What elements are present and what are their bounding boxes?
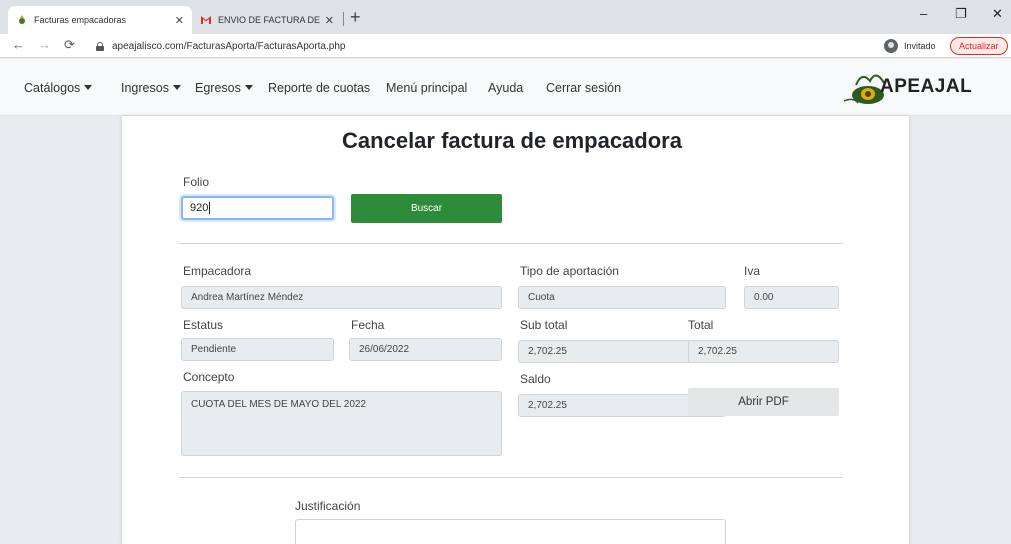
concepto-field: CUOTA DEL MES DE MAYO DEL 2022 [181, 391, 502, 456]
folio-value: 920 [190, 202, 209, 214]
nav-catalogos[interactable]: Catálogos [24, 81, 93, 95]
justificacion-textarea[interactable] [295, 519, 726, 544]
sub-total-label: Sub total [520, 318, 568, 332]
fecha-label: Fecha [351, 318, 385, 332]
nav-egresos[interactable]: Egresos [195, 81, 253, 95]
sub-total-value: 2,702.25 [528, 346, 567, 357]
tab-separator [343, 12, 344, 26]
nav-label: Cerrar sesión [546, 81, 622, 95]
concepto-label: Concepto [183, 370, 235, 384]
open-pdf-label: Abrir PDF [738, 396, 789, 408]
text-cursor [209, 202, 211, 214]
url-field[interactable]: apeajalisco.com/FacturasAporta/FacturasA… [96, 38, 866, 55]
empacadora-label: Empacadora [183, 264, 252, 278]
url-text: apeajalisco.com/FacturasAporta/FacturasA… [112, 41, 346, 52]
caret-down-icon [172, 85, 181, 90]
browser-tab-active[interactable]: Facturas empacadoras ✕ [8, 6, 192, 34]
total-label: Total [688, 318, 714, 332]
tipo-aportacion-label: Tipo de aportación [520, 264, 619, 278]
divider [179, 243, 843, 244]
fecha-field: 26/06/2022 [349, 338, 502, 361]
search-button-label: Buscar [410, 203, 443, 214]
tipo-aportacion-value: Cuota [528, 292, 555, 303]
browser-tab-bar: Facturas empacadoras ✕ ENVIO DE FACTURA … [0, 0, 1011, 34]
folio-label: Folio [183, 175, 210, 189]
fecha-value: 26/06/2022 [359, 344, 410, 355]
nav-label: Menú principal [386, 81, 468, 95]
estatus-field: Pendiente [181, 338, 334, 361]
forward-icon[interactable]: → [38, 37, 51, 52]
nav-ingresos[interactable]: Ingresos [121, 81, 181, 95]
nav-ayuda[interactable]: Ayuda [488, 81, 523, 95]
total-field: 2,702.25 [688, 340, 839, 363]
caret-down-icon [84, 85, 93, 90]
estatus-label: Estatus [183, 318, 224, 332]
browser-tab-inactive[interactable]: ENVIO DE FACTURA DE ACOPIO ✕ [192, 6, 342, 34]
minimize-icon[interactable]: – [920, 6, 927, 21]
brand-text: APEAJAL [880, 76, 972, 98]
lock-icon [96, 42, 104, 51]
nav-label: Reporte de cuotas [268, 81, 371, 95]
reload-icon[interactable]: ⟳ [64, 37, 75, 53]
back-icon[interactable]: ← [12, 37, 25, 52]
tab-title: ENVIO DE FACTURA DE ACOPIO [218, 15, 321, 25]
brand-label: APEAJAL [880, 76, 973, 97]
avatar-icon [884, 39, 898, 53]
search-button[interactable]: Buscar [351, 194, 502, 223]
profile-label: Invitado [904, 41, 936, 51]
tab-title: Facturas empacadoras [34, 15, 127, 25]
tab-close-icon[interactable]: ✕ [325, 14, 334, 27]
window-close-icon[interactable]: ✕ [992, 6, 1003, 22]
restore-icon[interactable]: ❐ [955, 6, 967, 22]
empacadora-value: Andrea Martínez Méndez [191, 292, 304, 303]
app-navbar: Catálogos Ingresos Egresos Reporte de cu… [0, 59, 1011, 116]
nav-label: Ayuda [488, 81, 524, 95]
tipo-aportacion-field: Cuota [518, 286, 726, 309]
nav-cerrar-sesion[interactable]: Cerrar sesión [546, 81, 621, 95]
open-pdf-button[interactable]: Abrir PDF [688, 388, 839, 416]
nav-label: Catálogos [24, 81, 81, 95]
update-label: Actualizar [959, 41, 999, 51]
nav-menu-principal[interactable]: Menú principal [386, 81, 467, 95]
caret-down-icon [244, 85, 253, 90]
empacadora-field: Andrea Martínez Méndez [181, 286, 502, 309]
iva-value: 0.00 [754, 292, 774, 303]
gmail-icon [200, 14, 212, 26]
address-bar: ← → ⟳ apeajalisco.com/FacturasAporta/Fac… [0, 34, 1011, 58]
saldo-label: Saldo [520, 372, 551, 386]
page-title: Cancelar factura de empacadora [342, 128, 682, 153]
tab-close-icon[interactable]: ✕ [175, 14, 184, 27]
site-favicon-icon [16, 14, 28, 26]
iva-field: 0.00 [744, 286, 839, 309]
concepto-value: CUOTA DEL MES DE MAYO DEL 2022 [191, 399, 367, 410]
divider [179, 477, 843, 478]
estatus-value: Pendiente [191, 344, 237, 355]
iva-label: Iva [744, 264, 761, 278]
nav-reporte-cuotas[interactable]: Reporte de cuotas [268, 81, 370, 95]
update-button[interactable]: Actualizar [950, 37, 1008, 55]
form-card: Cancelar factura de empacadora Folio 920… [122, 116, 909, 544]
justificacion-label: Justificación [295, 499, 361, 513]
profile-button[interactable]: Invitado [884, 39, 936, 53]
nav-label: Ingresos [121, 81, 169, 95]
new-tab-icon[interactable]: + [350, 7, 361, 28]
nav-label: Egresos [195, 81, 241, 95]
saldo-value: 2,702.25 [528, 400, 567, 411]
total-value: 2,702.25 [698, 346, 737, 357]
folio-input[interactable]: 920 [181, 196, 334, 220]
